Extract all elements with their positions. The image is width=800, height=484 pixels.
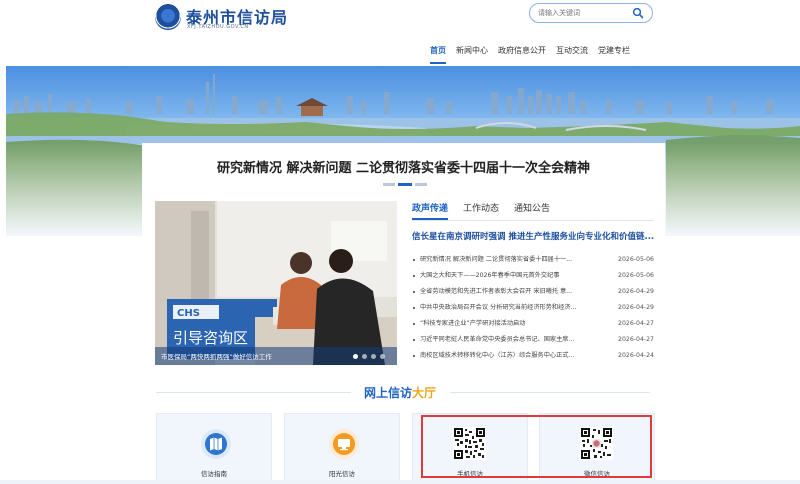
tile-label: 信访指南 [201, 470, 227, 478]
news-list: 研究新情况 解决新问题 二论贯彻落实省委十四届十一... 2026-05-06 大… [412, 252, 654, 364]
headline-divider [383, 183, 395, 186]
carousel-dots [349, 354, 385, 359]
list-item[interactable]: 习近平同老挝人民革命党中央委员会总书记、国家主席... 2026-04-27 [412, 332, 654, 348]
tile-label: 阳光信访 [329, 470, 355, 478]
news-tabs: 政声传递 工作动态 通知公告 [412, 201, 565, 220]
news-title[interactable]: 习近平同老挝人民革命党中央委员会总书记、国家主席... [420, 332, 595, 348]
news-title[interactable]: 南校区域技术转移转化中心（江苏）综合服务中心正式... [420, 348, 595, 364]
search-input[interactable] [538, 6, 628, 20]
logo-emblem-icon[interactable] [155, 4, 181, 30]
list-item[interactable]: 研究新情况 解决新问题 二论贯彻落实省委十四届十一... 2026-05-06 [412, 252, 654, 268]
carousel-dot[interactable] [362, 354, 367, 359]
news-title[interactable]: 大国之大和天下——2026年春季中国元首外交纪事 [420, 268, 595, 284]
news-title[interactable]: “科技专家进企业”产学研对接活动启动 [420, 316, 595, 332]
photo-caption[interactable]: 市医保局“两快两抓两强”做好信访工作 [161, 351, 272, 361]
monitor-icon [329, 429, 359, 459]
tab-work-updates[interactable]: 工作动态 [463, 201, 499, 220]
nav-item-party[interactable]: 党建专栏 [598, 44, 630, 64]
lead-story-link[interactable]: 信长星在南京调研时强调 推进生产性服务业向专业化和价值链... [412, 230, 654, 242]
tab-notices[interactable]: 通知公告 [514, 201, 550, 220]
main-nav: 首页 新闻中心 政府信息公开 互动交流 党建专栏 [430, 44, 640, 64]
svg-text:引导咨询区: 引导咨询区 [173, 329, 248, 347]
nav-item-interaction[interactable]: 互动交流 [556, 44, 588, 64]
carousel-dot[interactable] [371, 354, 376, 359]
carousel-dot[interactable] [353, 354, 358, 359]
headline-divider [415, 183, 427, 186]
news-date: 2026-04-27 [618, 320, 654, 327]
list-item[interactable]: 中共中央政治局召开会议 分析研究当前经济形势和经济... 2026-04-29 [412, 300, 654, 316]
hall-title-part: 网上信访 [363, 386, 412, 400]
tile-sunshine-petition[interactable]: 阳光信访 [284, 413, 400, 484]
search-icon[interactable] [632, 7, 644, 19]
list-item[interactable]: 大国之大和天下——2026年春季中国元首外交纪事 2026-05-06 [412, 268, 654, 284]
list-item[interactable]: 南校区域技术转移转化中心（江苏）综合服务中心正式... 2026-04-24 [412, 348, 654, 364]
hall-title-part: 大厅 [412, 386, 437, 400]
news-photo-carousel[interactable]: CHS 引导咨询区 市医保局“两快两抓两强”做好信访工作 [155, 201, 397, 365]
tile-petition-guide[interactable]: 信访指南 [156, 413, 272, 484]
selection-highlight [421, 415, 652, 478]
site-header: 泰州市信访局 XFJ.TAIZHOU.GOV.CN 首页 新闻中心 政府信息公开… [0, 0, 800, 66]
news-card: 研究新情况 解决新问题 二论贯彻落实省委十四届十一次全会精神 CHS 引导咨询区… [142, 143, 665, 373]
news-date: 2026-05-06 [618, 272, 654, 279]
nav-item-home[interactable]: 首页 [430, 44, 446, 64]
nav-item-news-center[interactable]: 新闻中心 [456, 44, 488, 64]
news-date: 2026-04-27 [618, 336, 654, 343]
tab-divider [412, 220, 654, 221]
list-item[interactable]: 全省劳动模范和先进工作者表彰大会召开 宋旧曦托 意... 2026-04-29 [412, 284, 654, 300]
news-date: 2026-05-06 [618, 256, 654, 263]
headline-divider [398, 183, 412, 186]
list-item[interactable]: “科技专家进企业”产学研对接活动启动 2026-04-27 [412, 316, 654, 332]
news-date: 2026-04-29 [618, 304, 654, 311]
news-title[interactable]: 全省劳动模范和先进工作者表彰大会召开 宋旧曦托 意... [420, 284, 595, 300]
hall-title: 网上信访大厅 [0, 384, 800, 401]
news-photo: CHS 引导咨询区 [155, 201, 397, 365]
news-title[interactable]: 中共中央政治局召开会议 分析研究当前经济形势和经济... [420, 300, 595, 316]
sign-chs-label: CHS [177, 308, 200, 319]
page-bottom-edge [0, 480, 800, 484]
tab-policy-voice[interactable]: 政声传递 [412, 201, 449, 220]
carousel-dot[interactable] [380, 354, 385, 359]
headline-title[interactable]: 研究新情况 解决新问题 二论贯彻落实省委十四届十一次全会精神 [142, 157, 665, 176]
news-date: 2026-04-24 [618, 352, 654, 359]
site-url: XFJ.TAIZHOU.GOV.CN [187, 24, 249, 30]
news-date: 2026-04-29 [618, 288, 654, 295]
map-icon [201, 429, 231, 459]
nav-item-gov-info[interactable]: 政府信息公开 [498, 44, 546, 64]
search-box [529, 3, 653, 23]
news-title[interactable]: 研究新情况 解决新问题 二论贯彻落实省委十四届十一... [420, 252, 595, 268]
